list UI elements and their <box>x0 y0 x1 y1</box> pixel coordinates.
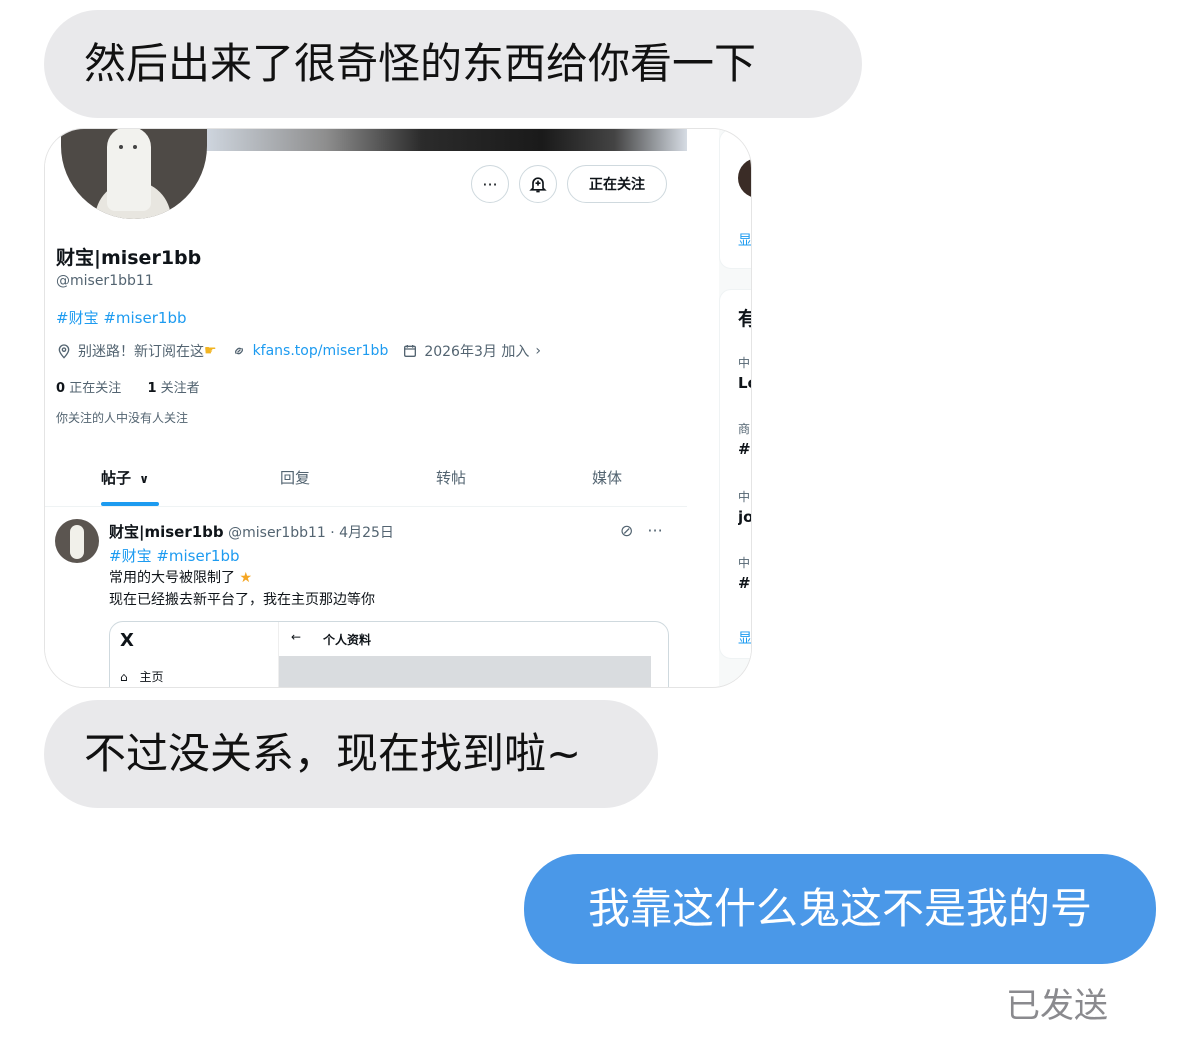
sidebar-avatar <box>738 158 751 198</box>
sidebar-card-1: 显 <box>719 129 751 269</box>
tab-posts[interactable]: 帖子 ∨ <box>101 467 149 488</box>
post-embedded-image[interactable]: X ⌂ 主页 ← 个人资料 <box>109 621 669 687</box>
embed-banner-placeholder <box>279 656 651 687</box>
chevron-right-icon[interactable]: › <box>535 343 541 359</box>
post-meta: @miser1bb11 · 4月25日 <box>228 525 394 541</box>
post-author-name[interactable]: 财宝|miser1bb <box>109 523 224 541</box>
more-icon[interactable]: ··· <box>647 521 662 540</box>
received-message-1-text: 然后出来了很奇怪的东西给你看一下 <box>84 39 757 88</box>
chevron-down-icon: ∨ <box>139 472 149 486</box>
notification-bell-button[interactable] <box>519 165 557 203</box>
back-arrow-icon: ← <box>291 630 302 644</box>
profile-meta-row: 别迷路！新订阅在这 ☛ kfans.top/miser1bb 2026年3月 加… <box>56 341 541 361</box>
trend-3-title[interactable]: jo <box>738 508 751 526</box>
embed-profile-title: 个人资料 <box>323 633 372 647</box>
tab-reposts[interactable]: 转帖 <box>436 467 466 488</box>
location-pin-icon <box>58 344 70 359</box>
post-avatar[interactable] <box>55 519 99 563</box>
profile-link[interactable]: kfans.top/miser1bb <box>253 343 389 359</box>
x-logo-icon: X <box>120 630 134 651</box>
post-hashtags[interactable]: #财宝 #miser1bb <box>109 545 239 566</box>
calendar-icon <box>404 345 417 357</box>
received-message-2: 不过没关系，现在找到啦~ <box>44 700 658 808</box>
delivery-status: 已发送 <box>1006 986 1108 1026</box>
trend-2-title[interactable]: #I <box>738 440 751 458</box>
embed-profile-pane: ← 个人资料 <box>278 622 651 687</box>
attached-screenshot[interactable]: ··· 正在关注 财宝|miser1bb @miser1bb11 #财宝 #mi… <box>44 128 752 688</box>
post-header: 财宝|miser1bb @miser1bb11 · 4月25日 <box>109 521 394 542</box>
post-text-line-1: 常用的大号被限制了 ★ <box>109 570 253 586</box>
profile-tabs: 帖子 ∨ 回复 转帖 媒体 <box>45 459 687 507</box>
profile-handle: @miser1bb11 <box>56 273 154 289</box>
home-icon: ⌂ <box>120 670 128 684</box>
profile-banner <box>205 129 687 151</box>
sidebar-trends-heading: 有 <box>738 304 751 331</box>
following-count-link[interactable]: 0 正在关注 <box>56 381 125 396</box>
active-tab-indicator <box>101 502 159 506</box>
link-icon <box>234 347 243 355</box>
trend-3-category: 中 <box>738 490 751 504</box>
trend-4-title[interactable]: #I <box>738 574 751 592</box>
profile-hashtags[interactable]: #财宝 #miser1bb <box>56 307 186 328</box>
follow-counts: 0 正在关注 1 关注者 <box>56 377 200 396</box>
sent-message-1: 我靠这什么鬼这不是我的号 <box>524 854 1156 964</box>
profile-name: 财宝|miser1bb <box>56 247 202 269</box>
profile-joined: 2026年3月 加入 <box>424 344 530 360</box>
sidebar-trends-card: 有 中 Lo 商 #I 中 jo 中 #I 显 <box>719 289 751 659</box>
grok-icon[interactable]: ⊘ <box>620 521 633 540</box>
received-message-1: 然后出来了很奇怪的东西给你看一下 <box>44 10 862 118</box>
sidebar-show-more-2[interactable]: 显 <box>738 628 751 648</box>
trend-1-title[interactable]: Lo <box>738 374 751 392</box>
tab-replies[interactable]: 回复 <box>280 467 310 488</box>
profile-avatar <box>61 129 207 219</box>
sent-message-1-text: 我靠这什么鬼这不是我的号 <box>587 884 1092 933</box>
followers-count-link[interactable]: 1 关注者 <box>147 381 199 396</box>
post-text-line-2: 现在已经搬去新平台了，我在主页那边等你 <box>109 592 375 608</box>
star-emoji-icon: ★ <box>239 570 253 586</box>
sidebar-column: 显 有 中 Lo 商 #I 中 jo 中 #I 显 <box>719 129 751 687</box>
post-actions: ⊘ ··· <box>620 521 663 540</box>
received-message-2-text: 不过没关系，现在找到啦~ <box>84 729 582 778</box>
tab-media[interactable]: 媒体 <box>592 467 622 488</box>
trend-1-category: 中 <box>738 356 751 370</box>
profile-location: 别迷路！新订阅在这 <box>78 344 204 360</box>
following-button[interactable]: 正在关注 <box>567 165 667 203</box>
trend-2-category: 商 <box>738 422 751 436</box>
bell-icon <box>529 177 547 193</box>
more-options-button[interactable]: ··· <box>471 165 509 203</box>
profile-column: ··· 正在关注 财宝|miser1bb @miser1bb11 #财宝 #mi… <box>45 129 687 687</box>
followers-you-know-note: 你关注的人中没有人关注 <box>56 411 189 425</box>
embed-home-item: ⌂ 主页 <box>120 670 164 684</box>
sidebar-show-more-1[interactable]: 显 <box>738 230 751 250</box>
trend-4-category: 中 <box>738 556 751 570</box>
pointing-hand-icon: ☛ <box>204 343 217 359</box>
